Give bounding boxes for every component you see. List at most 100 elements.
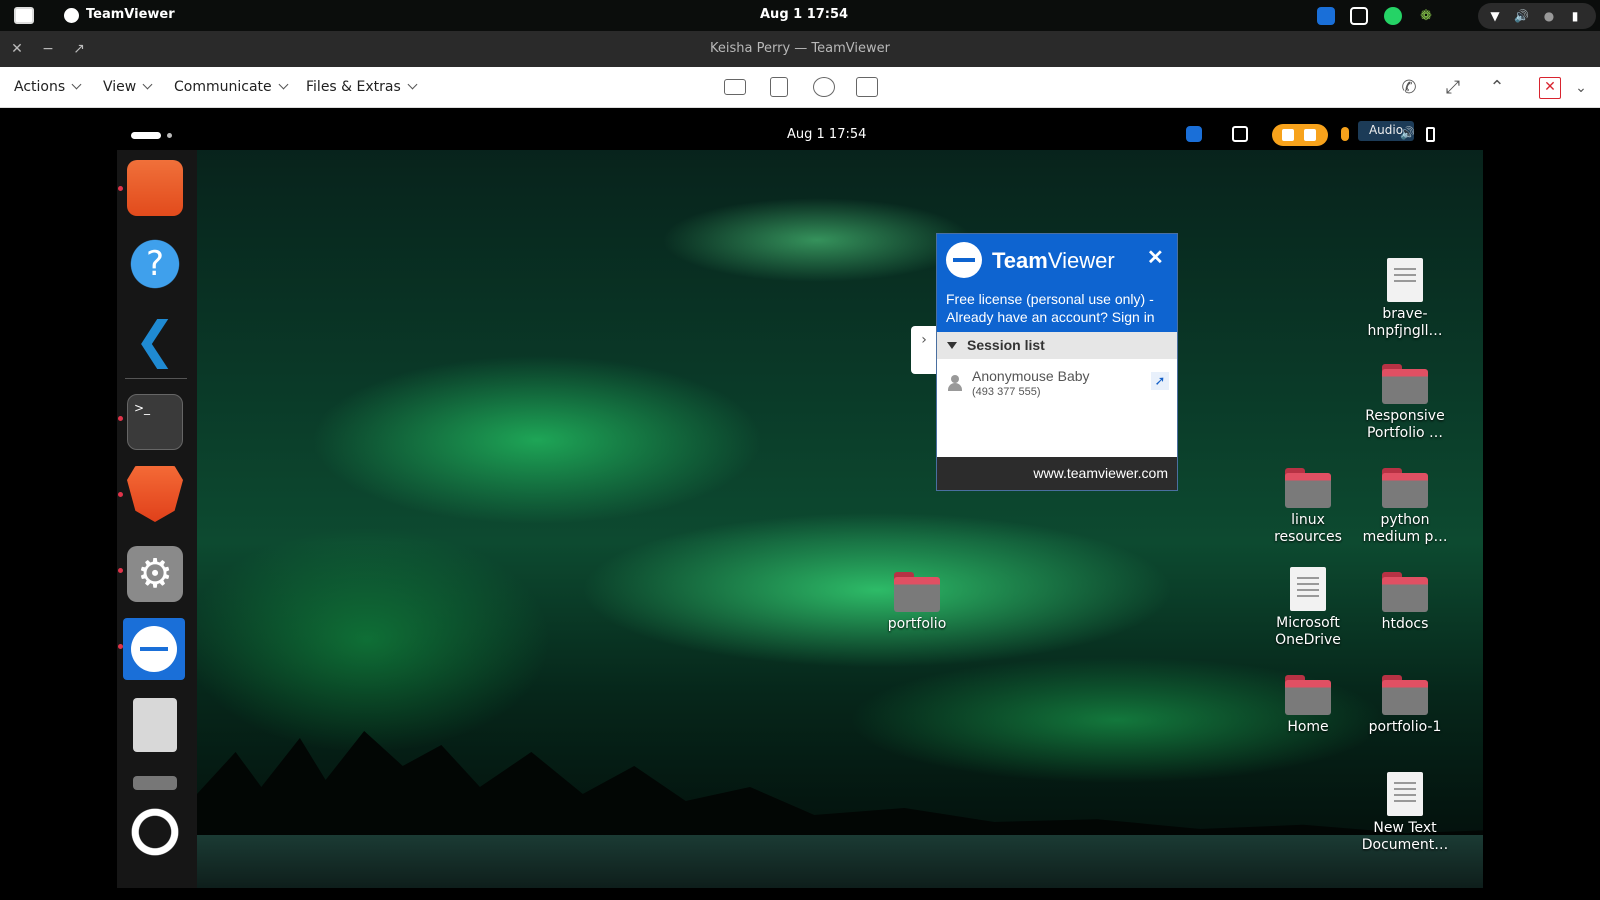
desktop-icon-linux-resources[interactable]: linux resources — [1260, 468, 1356, 546]
person-icon — [948, 375, 962, 391]
document-icon — [1387, 258, 1423, 302]
host-app-name[interactable]: TeamViewer — [86, 7, 175, 22]
chevron-down-icon — [278, 79, 289, 90]
desktop-icon-label: python medium p… — [1362, 512, 1448, 545]
teamviewer-tray-icon[interactable] — [1186, 126, 1202, 142]
session-id: (493 377 555) — [972, 386, 1041, 398]
chevron-down-icon[interactable]: ⌄ — [1570, 77, 1592, 99]
remote-control-icon[interactable]: ➚ — [1151, 372, 1169, 390]
menu-files-extras[interactable]: Files & Extras — [306, 79, 418, 95]
desktop-icon-label: New Text Document… — [1361, 820, 1449, 853]
end-session-icon[interactable]: ✕ — [1539, 77, 1561, 99]
remote-clock[interactable]: Aug 1 17:54 — [787, 127, 866, 142]
teamviewer-app-icon — [64, 8, 79, 23]
teamviewer-logo-icon — [131, 626, 177, 672]
desktop-icon-brave[interactable]: brave-hnpfjngll… — [1357, 258, 1453, 340]
workspace-indicator[interactable] — [131, 132, 161, 139]
document-icon — [1290, 567, 1326, 611]
terminal-icon[interactable]: >_ — [127, 394, 183, 450]
chevron-up-icon[interactable]: ⌃ — [1486, 77, 1508, 99]
workspace-dot[interactable] — [167, 133, 172, 138]
desktop-icon-home[interactable]: Home — [1260, 675, 1356, 736]
host-clock[interactable]: Aug 1 17:54 — [760, 7, 848, 22]
system-status-area[interactable]: ▼ 🔊 ● ▮ — [1478, 3, 1596, 29]
host-top-bar: TeamViewer Aug 1 17:54 ❁ ▼ 🔊 ● ▮ — [0, 0, 1600, 31]
activities-icon[interactable] — [14, 7, 34, 24]
menu-communicate[interactable]: Communicate — [174, 79, 289, 95]
folder-icon — [1382, 364, 1428, 404]
help-icon[interactable]: ? — [127, 236, 183, 292]
session-name[interactable]: Anonymouse Baby — [972, 368, 1090, 384]
wifi-icon: ▼ — [1490, 9, 1500, 23]
brand-bold: Team — [992, 248, 1048, 273]
teamviewer-arrow — [140, 647, 168, 651]
teamviewer-logo-icon — [946, 242, 982, 278]
settings-gear-icon[interactable]: ⚙ — [127, 546, 183, 602]
vscode-icon[interactable]: ❮ — [127, 312, 183, 368]
screen-share-tray-icon[interactable] — [1350, 7, 1368, 25]
chevron-down-icon — [71, 79, 82, 90]
close-icon[interactable]: ✕ — [1147, 248, 1164, 268]
fullscreen-icon[interactable]: ⤢ — [1442, 77, 1464, 99]
microphone-icon: ● — [1543, 9, 1555, 23]
menu-view[interactable]: View — [103, 79, 153, 95]
file-transfer-icon[interactable] — [770, 77, 788, 97]
battery-icon — [1426, 127, 1435, 142]
license-text[interactable]: Free license (personal use only) - Alrea… — [946, 290, 1171, 326]
battery-icon: ▮ — [1571, 9, 1579, 23]
menu-actions-label: Actions — [14, 79, 66, 95]
teamviewer-dock-icon[interactable] — [123, 618, 185, 680]
folder-icon — [894, 572, 940, 612]
desktop-icon-label: portfolio — [887, 616, 947, 632]
teamviewer-popup: TeamViewer ✕ Free license (personal use … — [936, 233, 1178, 491]
folder-icon — [1382, 675, 1428, 715]
keyboard-icon[interactable] — [724, 79, 746, 95]
teamviewer-footer-link[interactable]: www.teamviewer.com — [937, 457, 1177, 490]
running-indicator — [118, 186, 123, 191]
menubar: Actions View Communicate Files & Extras … — [0, 67, 1600, 108]
triangle-down-icon — [947, 342, 957, 349]
panel-expand-tab[interactable]: › — [911, 326, 937, 374]
remote-desktop[interactable]: Aug 1 17:54 Audio 🔊 ? ❮ >_ ⚙ brave-hnpfj… — [117, 120, 1483, 888]
screen-share-icon — [1282, 129, 1294, 141]
teamviewer-popup-header: TeamViewer ✕ Free license (personal use … — [937, 234, 1177, 332]
running-indicator — [118, 416, 123, 421]
window-titlebar: ✕ − ↗ Keisha Perry — TeamViewer — [0, 31, 1600, 67]
screen-sharing-indicator[interactable] — [1272, 124, 1328, 146]
brave-browser-icon[interactable] — [127, 466, 183, 522]
volume-icon: 🔊 — [1400, 126, 1415, 140]
desktop-icon-new-text-document[interactable]: New Text Document… — [1357, 772, 1453, 854]
remote-screen-icon[interactable] — [856, 77, 878, 97]
screen-share-tray-icon[interactable] — [1232, 126, 1248, 142]
teamviewer-tray-icon[interactable] — [1317, 7, 1335, 25]
home-folder-icon — [1285, 675, 1331, 715]
desktop-icon-label: htdocs — [1381, 616, 1429, 632]
dock-separator — [125, 378, 187, 379]
menu-actions[interactable]: Actions — [14, 79, 82, 95]
desktop-icon-responsive[interactable]: Responsive Portfolio … — [1357, 364, 1453, 442]
desktop-icon-onedrive[interactable]: Microsoft OneDrive — [1260, 567, 1356, 649]
whatsapp-tray-icon[interactable] — [1384, 7, 1402, 25]
phone-call-icon[interactable]: ✆ — [1398, 77, 1420, 99]
ubuntu-icon[interactable] — [127, 804, 183, 860]
snow-ground — [197, 835, 1483, 888]
drive-icon[interactable] — [133, 776, 177, 790]
desktop-icon-label: portfolio-1 — [1368, 719, 1442, 735]
window-title: Keisha Perry — TeamViewer — [710, 41, 890, 56]
leaf-tray-icon[interactable]: ❁ — [1417, 7, 1435, 25]
remote-top-panel: Aug 1 17:54 Audio 🔊 — [117, 120, 1483, 150]
app-center-icon[interactable] — [127, 160, 183, 216]
running-indicator — [118, 492, 123, 497]
session-list-header[interactable]: Session list — [937, 332, 1177, 359]
desktop-icon-portfolio-1[interactable]: portfolio-1 — [1357, 675, 1453, 736]
desktop-icon-htdocs[interactable]: htdocs — [1357, 572, 1453, 633]
chevron-down-icon — [407, 79, 418, 90]
desktop-icon-label: Microsoft OneDrive — [1275, 615, 1341, 648]
running-indicator — [118, 568, 123, 573]
menu-view-label: View — [103, 79, 137, 95]
session-recording-icon[interactable] — [813, 77, 835, 97]
file-server-icon[interactable] — [133, 698, 177, 752]
desktop-icon-python[interactable]: python medium p… — [1357, 468, 1453, 546]
desktop-icon-label: Home — [1287, 719, 1329, 735]
desktop-icon-portfolio[interactable]: portfolio — [869, 572, 965, 633]
